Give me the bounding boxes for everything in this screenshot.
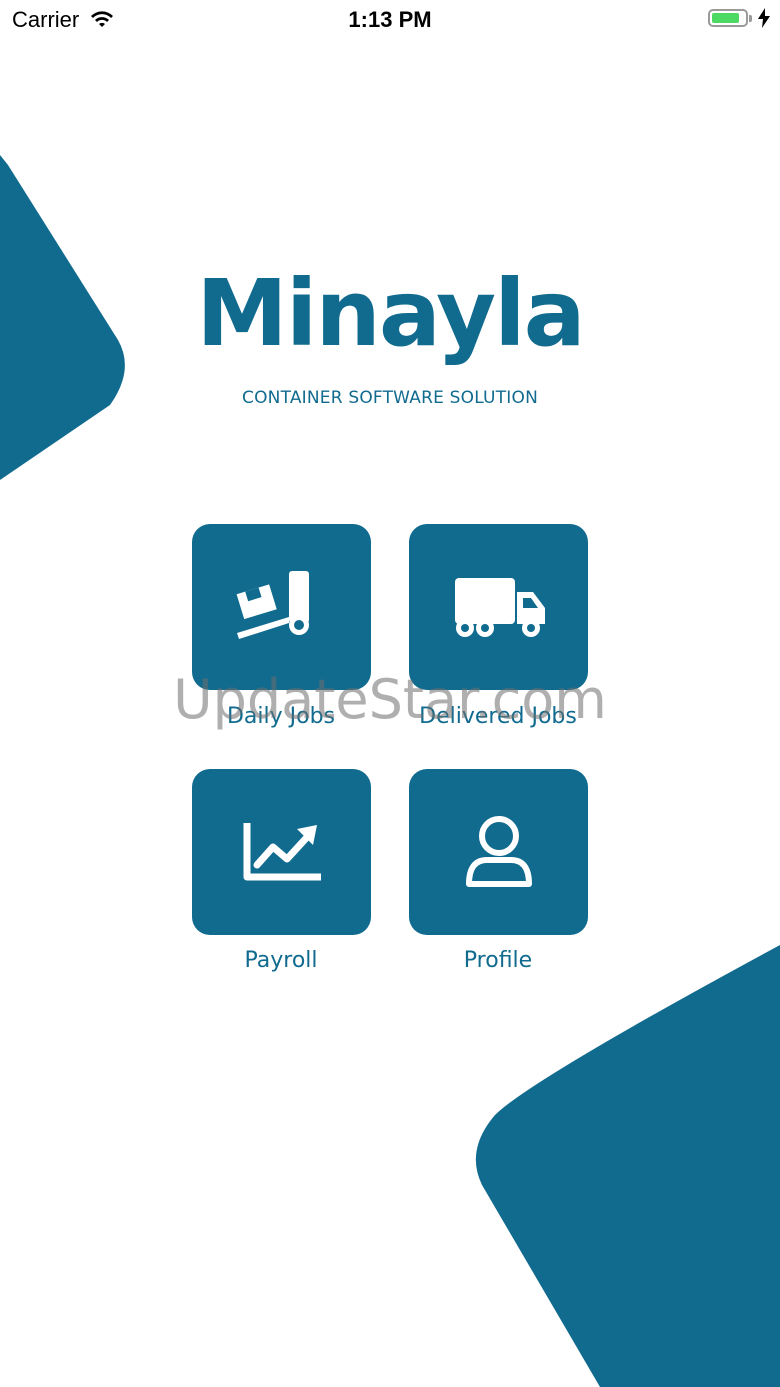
charging-bolt-icon xyxy=(758,8,770,28)
profile-button[interactable] xyxy=(409,769,588,935)
profile-label: Profile xyxy=(463,948,533,973)
delivered-jobs-label: Delivered Jobs xyxy=(419,704,577,729)
battery-cap xyxy=(749,14,752,22)
payroll-button[interactable] xyxy=(192,769,371,935)
daily-jobs-button[interactable] xyxy=(192,524,371,690)
truck-icon xyxy=(454,578,545,637)
decor-shape-right xyxy=(475,945,780,1387)
app-logo: Minayla xyxy=(196,260,585,367)
delivered-jobs-button[interactable] xyxy=(409,524,588,690)
decor-shape-left xyxy=(0,155,125,480)
app-tagline: CONTAINER SOFTWARE SOLUTION xyxy=(242,388,538,408)
forklift-icon xyxy=(236,571,309,639)
chart-line-icon xyxy=(243,823,321,881)
battery-icon xyxy=(708,9,748,27)
battery-level xyxy=(712,13,740,23)
battery-group xyxy=(708,8,770,28)
user-icon xyxy=(465,816,532,887)
